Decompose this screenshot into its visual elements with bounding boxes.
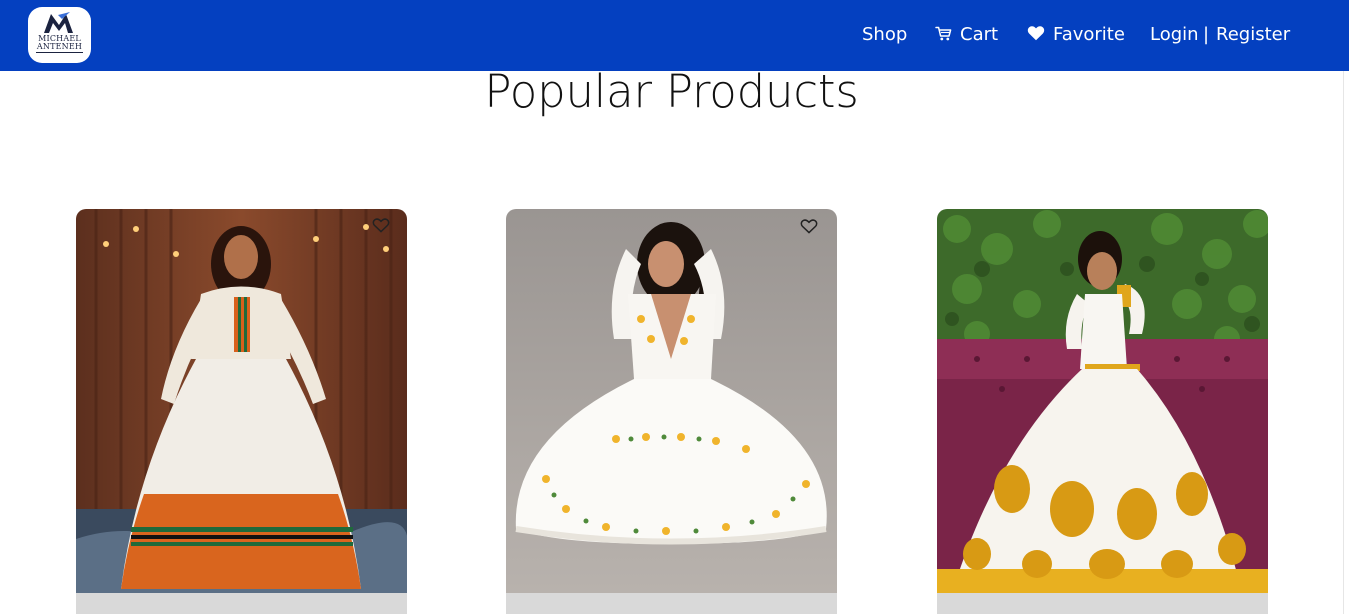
favorite-heart-icon[interactable] [372,217,390,233]
product-card-footer [506,593,837,614]
nav-login-link[interactable]: Login [1150,22,1199,48]
product-image-white-gold-dress[interactable] [937,209,1268,593]
nav-separator: | [1203,24,1210,45]
nav-register-label: Register [1216,24,1291,45]
page-edge [1343,71,1344,614]
logo-m-icon [44,12,73,33]
nav-shop-link[interactable]: Shop [862,22,907,48]
product-card-footer [937,593,1268,614]
product-image-white-floral-dress[interactable] [506,209,837,593]
nav-login-label: Login [1150,24,1199,45]
nav-favorite-link[interactable]: Favorite [1027,22,1125,48]
navbar: MICHAEL ANTENEH Shop Cart Favorite Login… [0,0,1349,71]
cart-icon [935,26,952,40]
nav-shop-label: Shop [862,24,908,45]
nav-register-link[interactable]: Register [1216,22,1290,48]
nav-cart-link[interactable]: Cart [935,22,998,48]
heart-icon [1027,26,1045,41]
product-image-orange-dress[interactable] [76,209,407,593]
product-card[interactable] [76,209,407,614]
page-title: Popular Products [484,65,859,118]
product-card-footer [76,593,407,614]
brand-logo[interactable]: MICHAEL ANTENEH [28,7,91,63]
favorite-heart-icon[interactable] [800,218,818,234]
logo-text-line2: ANTENEH [36,42,83,51]
logo-divider [36,52,83,53]
nav-cart-label: Cart [960,24,999,45]
product-card[interactable] [506,209,837,614]
nav-favorite-label: Favorite [1053,24,1125,45]
product-card[interactable] [937,209,1268,614]
